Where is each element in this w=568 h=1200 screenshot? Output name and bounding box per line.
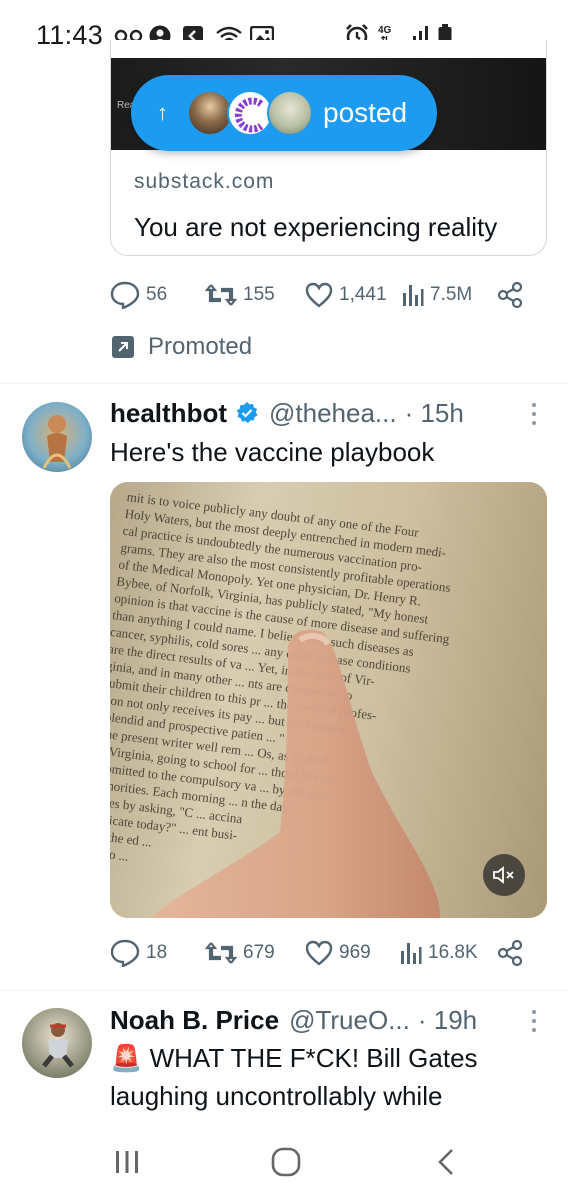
reply-button[interactable]: 18 (110, 933, 167, 973)
share-icon (497, 939, 523, 967)
author-name[interactable]: healthbot (110, 398, 227, 429)
views-icon (401, 943, 422, 964)
avatar[interactable] (22, 402, 92, 472)
reply-count: 56 (146, 284, 168, 305)
heart-icon (305, 940, 333, 966)
more-options-icon[interactable] (530, 403, 538, 425)
author-handle[interactable]: @thehea... (269, 398, 397, 429)
repost-button[interactable]: 155 (205, 275, 275, 315)
avatar[interactable] (22, 1008, 92, 1078)
verified-badge-icon (235, 401, 259, 425)
repost-icon (205, 942, 237, 964)
reply-count: 18 (146, 942, 168, 963)
finger-image (150, 629, 441, 918)
status-time: 11:43 (36, 20, 104, 50)
mute-button[interactable] (483, 854, 525, 896)
share-button[interactable] (496, 933, 524, 973)
reply-icon (110, 939, 140, 967)
video-media[interactable]: mit is to voice publicly any doubt of an… (110, 482, 547, 918)
new-posts-pill[interactable]: ↑ posted (131, 75, 437, 151)
promoted-text: Promoted (148, 333, 253, 360)
tweet-text: Here's the vaccine playbook (110, 437, 435, 467)
like-count: 969 (339, 942, 371, 963)
tweet-header: Noah B. Price @TrueO... · 19h (110, 1002, 477, 1038)
tweet-actions: 18 679 969 16.8K (110, 933, 530, 973)
reply-icon (110, 281, 140, 309)
home-icon[interactable] (270, 1146, 302, 1178)
system-nav-bar (0, 1122, 568, 1200)
share-button[interactable] (496, 275, 524, 315)
views-button[interactable]: 7.5M (402, 275, 472, 315)
divider (0, 990, 568, 991)
views-button[interactable]: 16.8K (400, 933, 478, 973)
repost-count: 155 (243, 284, 275, 305)
link-title: You are not experiencing reality directl… (134, 212, 498, 255)
views-icon (403, 285, 424, 306)
repost-count: 679 (243, 942, 275, 963)
like-count: 1,441 (339, 284, 387, 305)
arrow-up-icon: ↑ (157, 100, 168, 125)
recent-apps-icon[interactable] (112, 1146, 142, 1178)
tweet-actions: 56 155 1,441 7.5M (110, 275, 530, 315)
like-button[interactable]: 969 (305, 933, 371, 973)
reply-button[interactable]: 56 (110, 275, 167, 315)
pill-avatars (187, 88, 327, 138)
tweet-header: healthbot @thehea... · 15h (110, 395, 464, 431)
volume-muted-icon (493, 866, 514, 884)
tweet-text: 🚨 WHAT THE F*CK! Bill Gates laughing unc… (110, 1043, 478, 1111)
repost-button[interactable]: 679 (205, 933, 275, 973)
posted-label: posted (323, 97, 408, 128)
author-handle[interactable]: @TrueO... (289, 1005, 410, 1036)
view-count: 16.8K (428, 942, 478, 963)
post-time[interactable]: · 19h (418, 1005, 477, 1036)
more-options-icon[interactable] (530, 1010, 538, 1032)
like-button[interactable]: 1,441 (305, 275, 387, 315)
promoted-icon (112, 336, 134, 358)
post-time[interactable]: · 15h (405, 398, 464, 429)
back-icon[interactable] (434, 1146, 458, 1178)
divider (0, 383, 568, 384)
share-icon (497, 281, 523, 309)
promoted-label[interactable]: Promoted (112, 333, 252, 361)
link-domain: substack.com (134, 170, 275, 193)
repost-icon (205, 284, 237, 306)
view-count: 7.5M (430, 284, 473, 305)
avatar (267, 90, 313, 136)
author-name[interactable]: Noah B. Price (110, 1005, 279, 1036)
heart-icon (305, 282, 333, 308)
